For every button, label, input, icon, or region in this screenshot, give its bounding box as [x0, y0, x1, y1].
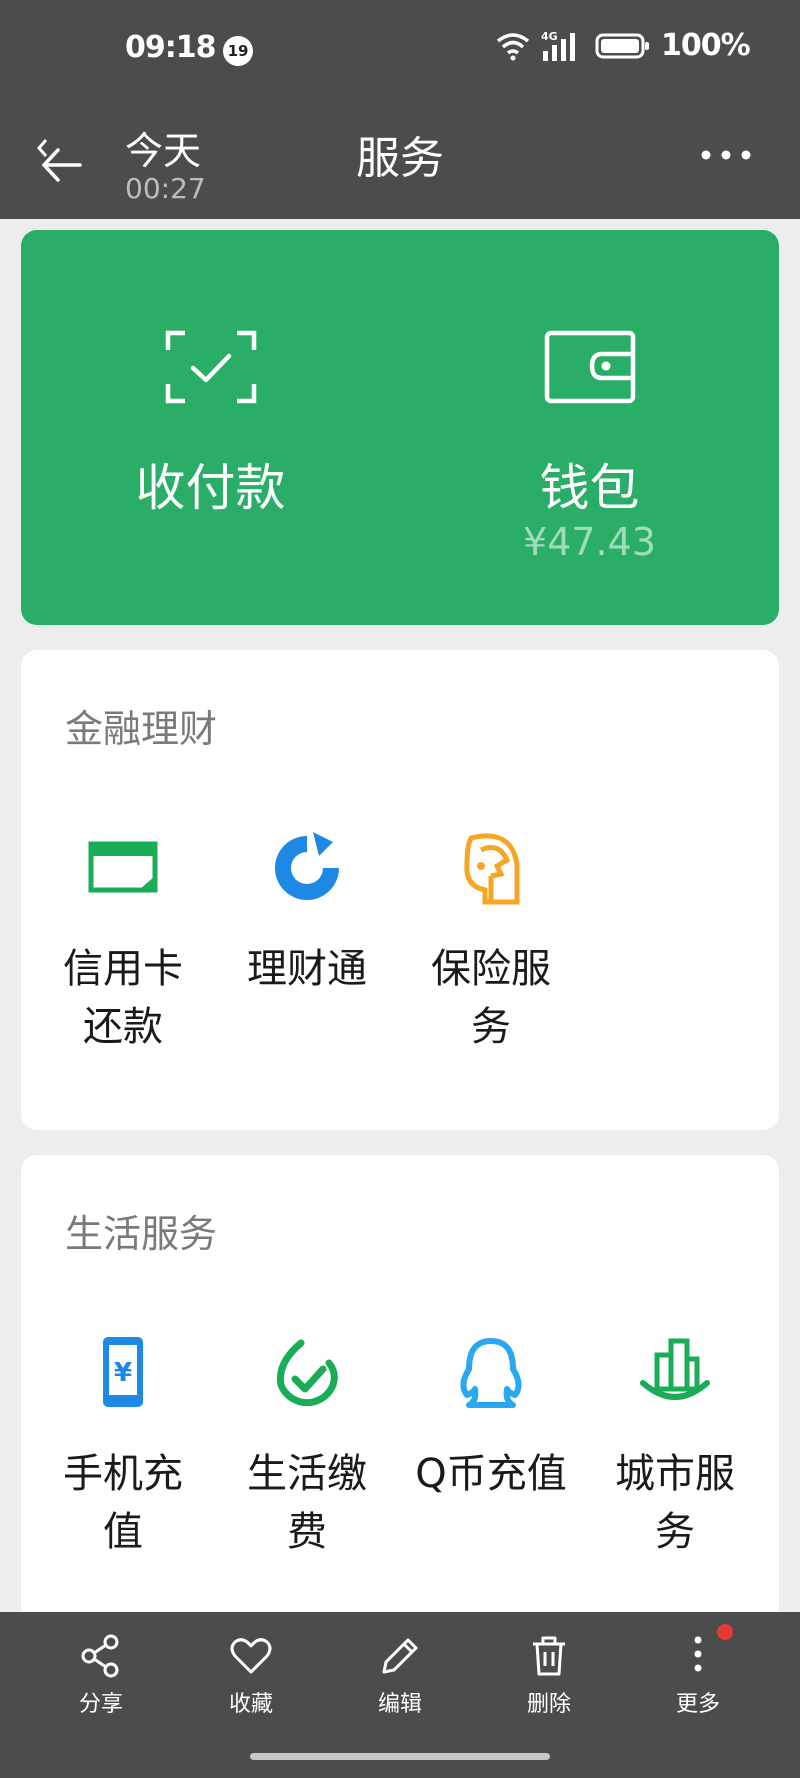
- wallet-button[interactable]: 钱包 ¥47.43: [400, 230, 779, 625]
- finance-section: 金融理财 信用卡 还款 理财通 保险服 务: [21, 650, 779, 1130]
- phone-recharge-item[interactable]: ¥ 手机充 值: [31, 1333, 215, 1561]
- edit-button[interactable]: 编辑: [340, 1634, 460, 1718]
- qq-coin-icon: [460, 1338, 522, 1408]
- battery-icon: [595, 33, 649, 58]
- licaitong-icon: [275, 832, 339, 900]
- pencil-icon: [382, 1638, 418, 1674]
- credit-card-line2: 还款: [83, 1004, 163, 1050]
- credit-card-repay-item[interactable]: 信用卡 还款: [31, 828, 215, 1056]
- insurance-icon: [464, 833, 520, 905]
- phone-recharge-line2: 值: [103, 1509, 143, 1555]
- wifi-icon: [496, 32, 530, 60]
- battery-percent: 100%: [661, 28, 751, 63]
- city-service-icon: [640, 1338, 710, 1400]
- city-service-item[interactable]: 城市服 务: [583, 1333, 767, 1561]
- signal-icon: 4G: [541, 30, 575, 61]
- utility-payment-line2: 费: [287, 1509, 327, 1555]
- pay-receive-button[interactable]: 收付款: [21, 230, 400, 625]
- trash-icon: [533, 1636, 565, 1676]
- qq-coin-line1: Q币充值: [415, 1451, 567, 1497]
- nav-header: 今天 00:27 服务: [0, 100, 800, 219]
- more-button[interactable]: 更多: [638, 1634, 758, 1718]
- network-label: 4G: [541, 30, 558, 43]
- favorite-button[interactable]: 收藏: [191, 1634, 311, 1718]
- life-services-section: 生活服务 ¥ 手机充 值 生活缴 费 Q币充值 城市服 务: [21, 1155, 779, 1625]
- life-section-title: 生活服务: [65, 1212, 218, 1256]
- credit-card-line1: 信用卡: [63, 946, 183, 992]
- share-button[interactable]: 分享: [41, 1634, 161, 1718]
- favorite-label: 收藏: [228, 1692, 273, 1717]
- header-time: 00:27: [125, 172, 206, 205]
- notification-dot: [717, 1624, 733, 1640]
- insurance-line2: 务: [471, 1004, 511, 1050]
- delete-button[interactable]: 删除: [489, 1634, 609, 1718]
- more-options-icon[interactable]: [698, 140, 758, 170]
- status-time: 09:18: [125, 30, 216, 65]
- delete-label: 删除: [526, 1692, 571, 1717]
- insurance-line1: 保险服: [431, 946, 551, 992]
- insurance-item[interactable]: 保险服 务: [399, 828, 583, 1056]
- home-indicator[interactable]: [250, 1753, 550, 1760]
- more-label: 更多: [675, 1692, 720, 1717]
- phone-recharge-icon: ¥: [103, 1337, 143, 1407]
- licaitong-line1: 理财通: [247, 946, 367, 992]
- finance-section-title: 金融理财: [65, 707, 218, 751]
- phone-recharge-line1: 手机充: [63, 1451, 183, 1497]
- share-label: 分享: [78, 1692, 123, 1717]
- header-day: 今天: [125, 129, 202, 173]
- wallet-icon: [544, 330, 635, 404]
- qq-coin-item[interactable]: Q币充值: [399, 1333, 583, 1503]
- wallet-balance: ¥47.43: [523, 520, 656, 564]
- more-vertical-icon: [694, 1636, 702, 1672]
- licaitong-item[interactable]: 理财通: [215, 828, 399, 998]
- utility-payment-line1: 生活缴: [247, 1451, 367, 1497]
- payment-card: 收付款 钱包 ¥47.43: [21, 230, 779, 625]
- wallet-label: 钱包: [539, 459, 640, 517]
- notification-badge: 19: [223, 36, 253, 66]
- city-service-line1: 城市服: [615, 1451, 735, 1497]
- utility-payment-icon: [276, 1339, 338, 1407]
- status-bar: 09:18 19 4G 100%: [0, 0, 800, 100]
- pay-receive-label: 收付款: [135, 459, 286, 517]
- back-arrow-icon[interactable]: [36, 120, 86, 190]
- edit-label: 编辑: [377, 1692, 422, 1717]
- utility-payment-item[interactable]: 生活缴 费: [215, 1333, 399, 1561]
- credit-card-icon: [88, 841, 158, 893]
- status-right: 4G 100%: [495, 28, 751, 63]
- city-service-line2: 务: [655, 1509, 695, 1555]
- page-title: 服务: [356, 133, 444, 184]
- share-icon: [81, 1634, 119, 1678]
- scan-check-icon: [165, 330, 256, 404]
- svg-text:¥: ¥: [114, 1358, 132, 1388]
- heart-icon: [230, 1638, 272, 1674]
